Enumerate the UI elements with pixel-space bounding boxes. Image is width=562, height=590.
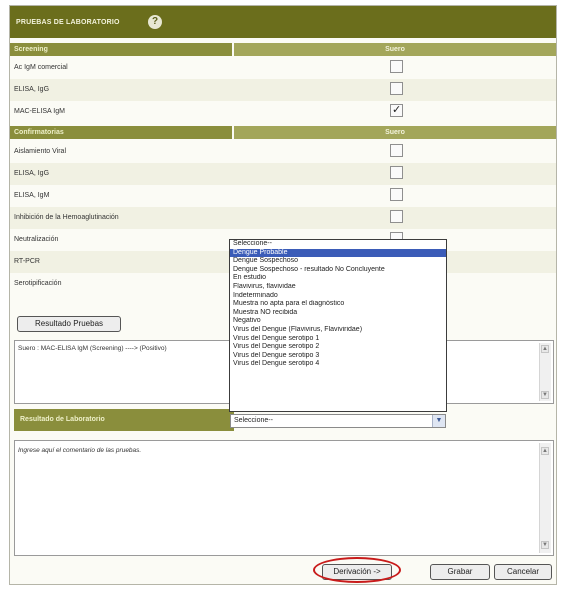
test-label: MAC-ELISA IgM — [14, 108, 65, 115]
lab-result-value: Seleccione-- — [234, 417, 273, 424]
test-label: ELISA, IgG — [14, 170, 50, 177]
comment-textarea[interactable]: Ingrese aquí el comentario de las prueba… — [14, 440, 554, 556]
scroll-up-icon[interactable]: ▲ — [541, 345, 549, 353]
confirmatory-row: ELISA, IgG — [10, 163, 556, 185]
suero-checkbox[interactable] — [390, 60, 403, 73]
test-label: Ac IgM comercial — [14, 64, 68, 71]
dropdown-option[interactable]: Virus del Dengue serotipo 2 — [230, 343, 446, 352]
dropdown-option[interactable]: Virus del Dengue serotipo 3 — [230, 352, 446, 361]
test-label: Aislamiento Viral — [14, 148, 67, 155]
test-label: Neutralización — [14, 236, 59, 243]
grabar-button[interactable]: Grabar — [430, 564, 490, 580]
test-label: ELISA, IgG — [14, 86, 50, 93]
confirmatorias-suero-header: Suero — [234, 126, 556, 139]
screening-header-label: Screening — [10, 43, 232, 56]
suero-checkbox[interactable] — [390, 103, 403, 117]
suero-checkbox[interactable] — [390, 82, 403, 95]
test-label: Inhibición de la Hemoaglutinación — [14, 214, 119, 221]
panel-title: PRUEBAS DE LABORATORIO — [16, 19, 120, 26]
scroll-down-icon[interactable]: ▼ — [541, 391, 549, 399]
dropdown-option[interactable]: Muestra NO recibida — [230, 309, 446, 318]
annotation-highlight — [313, 557, 401, 583]
panel-titlebar: PRUEBAS DE LABORATORIO ? — [10, 6, 556, 38]
result-text: Suero : MAC-ELISA IgM (Screening) ----> … — [18, 345, 167, 352]
dropdown-option[interactable]: Virus del Dengue serotipo 4 — [230, 360, 446, 369]
confirmatorias-header-label: Confirmatorias — [10, 126, 232, 139]
suero-checkbox[interactable] — [390, 210, 403, 223]
resultado-pruebas-button[interactable]: Resultado Pruebas — [17, 316, 121, 332]
suero-checkbox[interactable] — [390, 144, 403, 157]
dropdown-option[interactable]: Virus del Dengue serotipo 1 — [230, 335, 446, 344]
screening-row: Ac IgM comercial — [10, 57, 556, 79]
test-label: RT-PCR — [14, 258, 40, 265]
confirmatory-row: Inhibición de la Hemoaglutinación — [10, 207, 556, 229]
lab-result-label: Resultado de Laboratorio — [14, 409, 234, 431]
confirmatory-row: ELISA, IgM — [10, 185, 556, 207]
dropdown-option[interactable]: Dengue Sospechoso — [230, 257, 446, 266]
diagnosis-dropdown-list[interactable]: Seleccione-- Dengue Probable Dengue Sospec… — [229, 239, 447, 412]
screening-row: MAC-ELISA IgM — [10, 101, 556, 123]
lab-result-select[interactable]: Seleccione-- ▼ — [230, 414, 446, 428]
suero-checkbox[interactable] — [390, 188, 403, 201]
suero-checkbox[interactable] — [390, 166, 403, 179]
dropdown-option[interactable]: Virus del Dengue (Flavivirus, Flavivirid… — [230, 326, 446, 335]
dropdown-option[interactable]: Dengue Probable — [230, 248, 446, 258]
dropdown-option[interactable]: Dengue Sospechoso - resultado No Concluy… — [230, 266, 446, 275]
chevron-down-icon[interactable]: ▼ — [432, 415, 445, 427]
test-label: Serotipificación — [14, 280, 62, 287]
cancelar-button[interactable]: Cancelar — [494, 564, 552, 580]
confirmatorias-header: Confirmatorias Suero — [10, 126, 556, 139]
dropdown-option[interactable]: Negativo — [230, 317, 446, 326]
dropdown-option[interactable]: Flavivirus, flavividae — [230, 283, 446, 292]
dropdown-option[interactable]: Indeterminado — [230, 292, 446, 301]
scroll-up-icon[interactable]: ▲ — [541, 447, 549, 455]
screening-row: ELISA, IgG — [10, 79, 556, 101]
comment-placeholder: Ingrese aquí el comentario de las prueba… — [18, 447, 142, 454]
dropdown-option[interactable]: En estudio — [230, 274, 446, 283]
confirmatory-row: Aislamiento Viral — [10, 141, 556, 163]
result-scrollbar[interactable]: ▲ ▼ — [539, 343, 551, 401]
screening-header: Screening Suero — [10, 43, 556, 56]
screening-suero-header: Suero — [234, 43, 556, 56]
dropdown-option[interactable]: Muestra no apta para el diagnóstico — [230, 300, 446, 309]
test-label: ELISA, IgM — [14, 192, 50, 199]
scroll-down-icon[interactable]: ▼ — [541, 541, 549, 549]
comment-scrollbar[interactable]: ▲ ▼ — [539, 443, 551, 553]
help-icon[interactable]: ? — [148, 15, 162, 29]
dropdown-option[interactable]: Seleccione-- — [230, 240, 446, 249]
